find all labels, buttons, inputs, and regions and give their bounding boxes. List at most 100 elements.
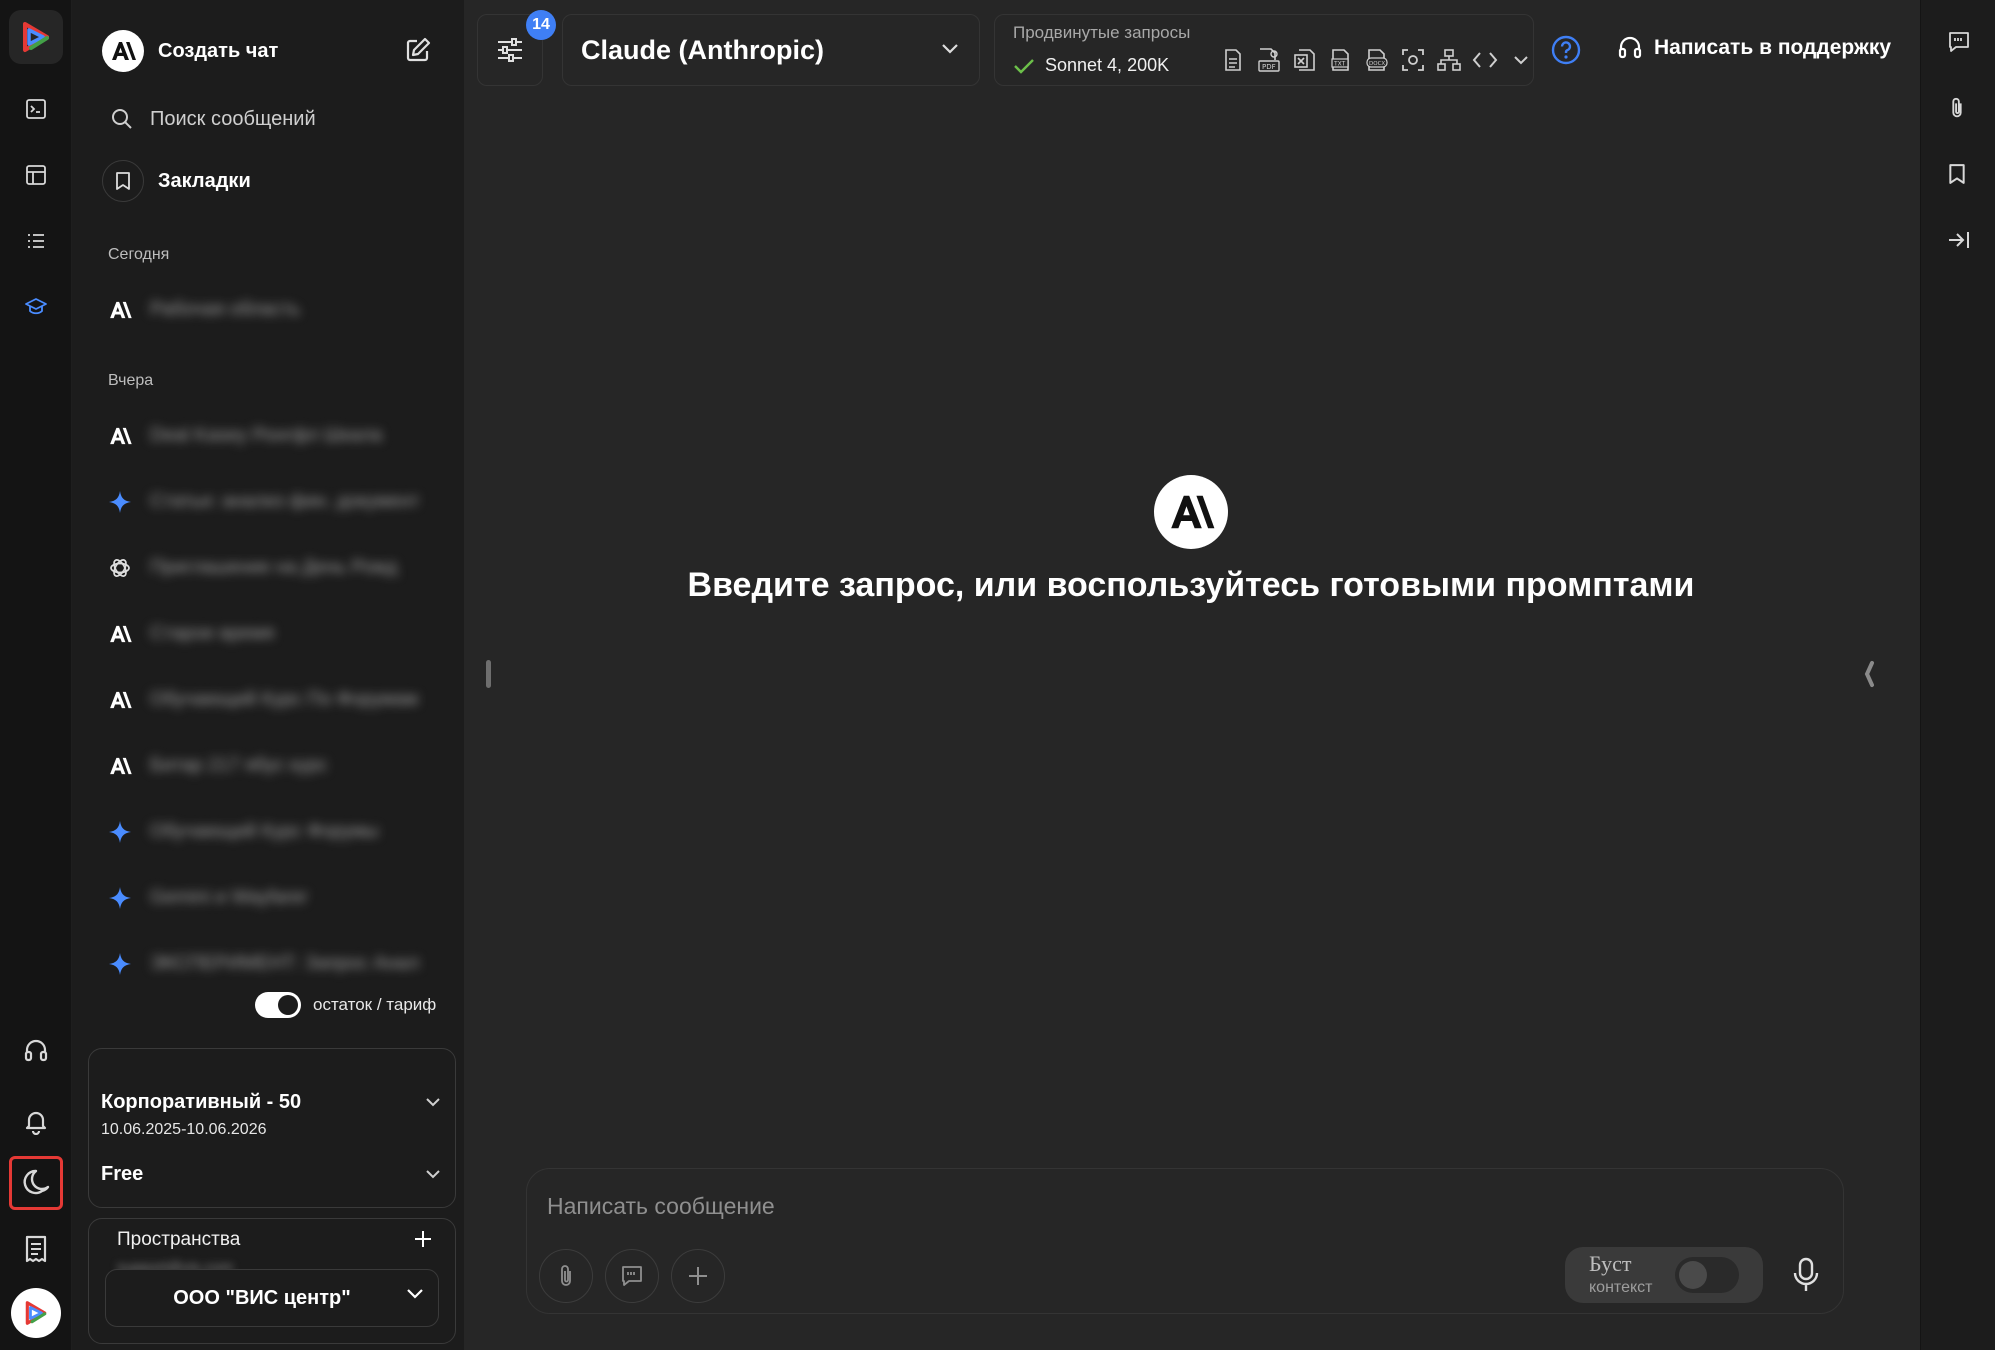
message-input[interactable]: Написать сообщение [547, 1193, 775, 1220]
toggle-label: остаток / тариф [313, 995, 437, 1014]
anthropic-icon [1154, 475, 1228, 549]
boost-subtitle: контекст [1589, 1279, 1653, 1296]
collapse-handle-right[interactable] [1862, 660, 1876, 688]
chat-title: Gemini и Wayfarer [150, 887, 308, 908]
boost-title: Буст [1589, 1251, 1632, 1276]
docx-icon: DOCX [1359, 43, 1395, 77]
spaces-title: Пространства [117, 1229, 241, 1250]
app-rail [0, 0, 72, 1350]
resize-handle-left[interactable] [486, 660, 491, 688]
boost-switch[interactable] [1675, 1257, 1739, 1293]
headset-icon [1616, 34, 1644, 62]
plan-card: Корпоративный - 50 10.06.2025-10.06.2026… [88, 1048, 456, 1208]
group-label-today: Сегодня [108, 246, 170, 263]
space-selected: ООО "ВИС центр" [173, 1286, 351, 1309]
paperclip-icon [556, 1263, 576, 1289]
anthropic-icon [106, 752, 134, 780]
chevron-down-icon[interactable] [425, 1169, 441, 1179]
plus-icon [687, 1265, 709, 1287]
search-messages[interactable]: Поиск сообщений [110, 104, 316, 134]
chat-title: Статьи: анализ фин. документов [150, 491, 420, 512]
gemini-icon [106, 884, 134, 912]
excel-icon [1287, 43, 1323, 77]
chat-item[interactable]: Битар 217 ябус курс [106, 748, 426, 784]
search-icon [110, 107, 134, 131]
attach-button[interactable] [539, 1249, 593, 1303]
chat-item[interactable]: Статьи: анализ фин. документов [106, 484, 426, 520]
support-label: Написать в поддержку [1654, 36, 1892, 59]
chat-item[interactable]: Deal Kasey Ронгфл Шкала [106, 418, 426, 454]
settings-badge: 14 [526, 10, 556, 40]
chevron-down-icon [941, 43, 959, 55]
plan-dates: 10.06.2025-10.06.2026 [101, 1121, 267, 1138]
chat-item[interactable]: Рабочая область [106, 292, 426, 328]
chevron-down-icon[interactable] [425, 1097, 441, 1107]
spaces-card: Пространства support@vis.com ООО "ВИС це… [88, 1218, 456, 1344]
advanced-label: Продвинутые запросы [1013, 23, 1191, 42]
help-icon[interactable] [1550, 34, 1582, 66]
model-name: Claude (Anthropic) [581, 34, 824, 65]
prompts-button[interactable] [605, 1249, 659, 1303]
table-icon[interactable] [9, 148, 63, 202]
search-placeholder: Поиск сообщений [150, 107, 316, 130]
plan-tier: Free [101, 1163, 144, 1185]
group-label-yesterday: Вчера [108, 372, 154, 389]
chat-item[interactable]: Обучающий Курс По Форумам [106, 682, 426, 718]
advanced-model-name: Sonnet 4, 200K [1045, 55, 1170, 75]
graduation-cap-icon[interactable] [9, 280, 63, 334]
plus-icon[interactable] [413, 1229, 433, 1249]
bell-icon[interactable] [9, 1094, 63, 1148]
advanced-requests[interactable]: Продвинутые запросы Sonnet 4, 200K PDF T… [994, 14, 1534, 86]
user-avatar[interactable] [11, 1288, 61, 1338]
pdf-icon: PDF [1251, 43, 1287, 77]
paperclip-icon[interactable] [1947, 96, 1971, 120]
sliders-icon [495, 35, 525, 65]
chat-item[interactable]: Обучающий Курс Форумы [106, 814, 426, 850]
chat-quote-icon[interactable] [1947, 30, 1971, 54]
app-logo-icon[interactable] [9, 10, 63, 64]
boost-context-toggle[interactable]: Буст контекст [1565, 1247, 1763, 1303]
space-select[interactable]: ООО "ВИС центр" [105, 1269, 439, 1327]
message-composer[interactable]: Написать сообщение Буст контекст [526, 1168, 1844, 1314]
moon-icon[interactable] [9, 1156, 63, 1210]
bookmarks-button[interactable]: Закладки [102, 160, 251, 202]
terminal-icon[interactable] [9, 82, 63, 136]
diagram-icon [1431, 43, 1467, 77]
new-chat-button[interactable]: Создать чат [102, 28, 432, 74]
anthropic-icon [106, 296, 134, 324]
code-icon [1467, 43, 1503, 77]
bookmarks-label: Закладки [158, 169, 251, 192]
chevron-down-icon [406, 1288, 424, 1300]
receipt-icon[interactable] [9, 1222, 63, 1276]
add-button[interactable] [671, 1249, 725, 1303]
list-icon[interactable] [9, 214, 63, 268]
bookmark-icon[interactable] [1947, 162, 1971, 186]
gemini-icon [106, 488, 134, 516]
txt-icon: TXT [1323, 43, 1359, 77]
toggle-switch[interactable] [255, 992, 301, 1018]
balance-tariff-toggle[interactable]: остаток / тариф [247, 985, 445, 1025]
headset-icon[interactable] [9, 1024, 63, 1078]
model-select[interactable]: Claude (Anthropic) [562, 14, 980, 86]
support-button[interactable]: Написать в поддержку [1616, 34, 1891, 62]
plan-name: Корпоративный - 50 [101, 1091, 302, 1113]
chat-title: Битар 217 ябус курс [150, 755, 328, 776]
anthropic-icon [106, 686, 134, 714]
chat-title: Deal Kasey Ронгфл Шкала [150, 425, 383, 446]
scan-icon [1395, 43, 1431, 77]
microphone-icon[interactable] [1793, 1257, 1819, 1293]
chat-item[interactable]: Gemini и Wayfarer [106, 880, 426, 916]
gemini-icon [106, 818, 134, 846]
advanced-model: Sonnet 4, 200K [1013, 55, 1169, 76]
chat-title: Старое время [150, 623, 275, 644]
check-icon [1013, 57, 1035, 75]
bookmark-icon [102, 160, 144, 202]
chat-title: Обучающий Курс Форумы [150, 821, 379, 842]
file-type-icons: PDF TXT DOCX [1215, 43, 1539, 77]
chat-item[interactable]: ЭКСПЕРИМЕНТ: Запрос Анализ [106, 946, 426, 982]
chevron-down-icon[interactable] [1503, 43, 1539, 77]
chat-item[interactable]: Старое время [106, 616, 426, 652]
chat-title: Обучающий Курс По Форумам [150, 689, 419, 710]
edit-icon[interactable] [404, 36, 432, 64]
collapse-panel-icon[interactable] [1947, 228, 1971, 252]
